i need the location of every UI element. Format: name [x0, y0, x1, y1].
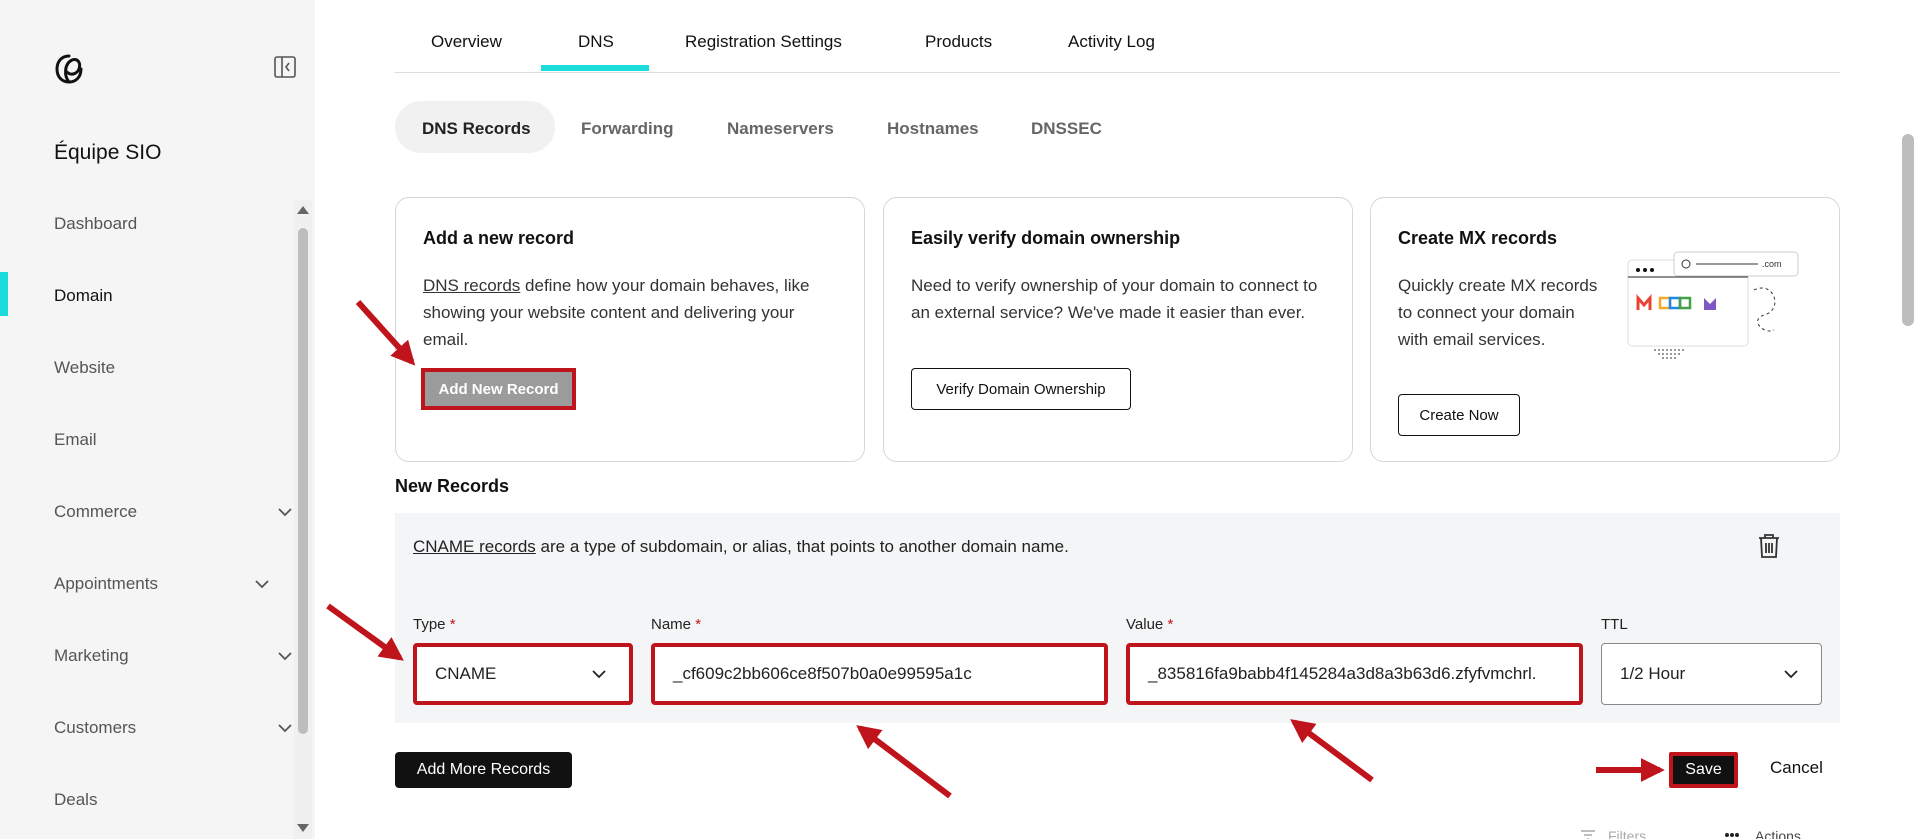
value-input[interactable]: _835816fa9babb4f145284a3d8a3b63d6.zfyfvm… [1126, 643, 1583, 705]
nav-item-customers[interactable]: Customers [54, 718, 136, 738]
subtab-dnssec[interactable]: DNSSEC [1031, 119, 1102, 139]
subtab-hostnames[interactable]: Hostnames [887, 119, 979, 139]
tab-dns[interactable]: DNS [578, 32, 614, 52]
nav-item-domain[interactable]: Domain [54, 286, 113, 306]
save-button[interactable]: Save [1669, 752, 1738, 788]
name-label-text: Name [651, 616, 692, 633]
scroll-up-icon[interactable] [297, 206, 309, 214]
cname-records-link[interactable]: CNAME records [413, 537, 536, 556]
verify-ownership-card: Easily verify domain ownership Need to v… [883, 197, 1353, 462]
card-description: Need to verify ownership of your domain … [911, 276, 1318, 322]
annotation-arrow [856, 725, 952, 799]
add-more-records-button[interactable]: Add More Records [395, 752, 572, 788]
verify-domain-ownership-button[interactable]: Verify Domain Ownership [911, 368, 1131, 410]
ttl-label: TTL [1601, 616, 1628, 633]
new-record-panel: CNAME records are a type of subdomain, o… [395, 513, 1840, 723]
new-records-title: New Records [395, 476, 510, 496]
annotation-arrow [1290, 719, 1374, 783]
name-input[interactable]: _cf609c2bb606ce8f507b0a0e99595a1c [651, 643, 1108, 705]
required-mark: * [1167, 616, 1174, 633]
required-mark: * [449, 616, 456, 633]
chevron-down-icon [1784, 670, 1798, 679]
add-record-card: Add a new record DNS records define how … [395, 197, 865, 462]
main-scroll-thumb[interactable] [1902, 134, 1914, 326]
chevron-down-icon[interactable] [276, 647, 294, 665]
mx-illustration-domain-text: .com [1762, 259, 1782, 269]
tab-registration-settings[interactable]: Registration Settings [685, 32, 842, 52]
subtab-forwarding[interactable]: Forwarding [581, 119, 674, 139]
nav-item-deals[interactable]: Deals [54, 790, 97, 810]
mx-records-card: Create MX records Quickly create MX reco… [1370, 197, 1840, 462]
tab-products[interactable]: Products [925, 32, 992, 52]
mx-email-illustration-icon: .com [1627, 251, 1799, 359]
card-title: Add a new record [423, 228, 575, 248]
cancel-button[interactable]: Cancel [1770, 758, 1823, 778]
type-select-value: CNAME [435, 664, 497, 683]
value-label-text: Value [1126, 616, 1164, 633]
collapse-sidebar-icon[interactable] [274, 56, 296, 78]
annotation-arrow [326, 603, 404, 661]
nav-item-dashboard[interactable]: Dashboard [54, 214, 137, 234]
nav-item-appointments[interactable]: Appointments [54, 574, 158, 594]
card-title: Create MX records [1398, 228, 1558, 248]
sidebar-scroll-thumb[interactable] [298, 228, 308, 734]
value-label: Value * [1126, 616, 1173, 633]
nav-active-indicator [0, 272, 8, 316]
card-description: Quickly create MX records to connect you… [1398, 276, 1598, 349]
godaddy-logo-icon[interactable] [52, 52, 86, 86]
subtab-nameservers[interactable]: Nameservers [727, 119, 834, 139]
chevron-down-icon[interactable] [276, 503, 294, 521]
org-name: Équipe SIO [54, 141, 162, 164]
domain-tabs: Overview DNS Registration Settings Produ… [395, 0, 1840, 73]
create-now-button[interactable]: Create Now [1398, 394, 1520, 436]
filter-icon[interactable] [1580, 830, 1596, 839]
dns-records-link[interactable]: DNS records [423, 276, 520, 295]
name-label: Name * [651, 616, 701, 633]
name-input-value: _cf609c2bb606ce8f507b0a0e99595a1c [673, 664, 972, 683]
value-input-value: _835816fa9babb4f145284a3d8a3b63d6.zfyfvm… [1148, 664, 1537, 683]
scroll-down-icon[interactable] [297, 824, 309, 832]
actions-button[interactable]: Actions [1755, 828, 1801, 839]
type-label-text: Type [413, 616, 446, 633]
nav-item-commerce[interactable]: Commerce [54, 502, 137, 522]
subtab-dns-records[interactable]: DNS Records [422, 119, 531, 139]
chevron-down-icon [592, 670, 606, 679]
record-description-text: are a type of subdomain, or alias, that … [535, 537, 1069, 556]
filters-button[interactable]: Filters [1608, 828, 1646, 839]
active-tab-indicator [541, 65, 649, 71]
nav-item-marketing[interactable]: Marketing [54, 646, 129, 666]
more-icon[interactable] [1724, 832, 1740, 838]
add-new-record-button[interactable]: Add New Record [421, 368, 576, 410]
nav-item-website[interactable]: Website [54, 358, 115, 378]
card-description: DNS records define how your domain behav… [423, 272, 843, 353]
sidebar: Équipe SIO Dashboard Domain Website Emai… [0, 0, 315, 839]
dns-management-page: Équipe SIO Dashboard Domain Website Emai… [0, 0, 1920, 839]
tab-overview[interactable]: Overview [431, 32, 502, 52]
ttl-select[interactable]: 1/2 Hour [1601, 643, 1822, 705]
type-select[interactable]: CNAME [413, 643, 633, 705]
trash-icon[interactable] [1757, 533, 1781, 559]
ttl-select-value: 1/2 Hour [1620, 664, 1686, 683]
chevron-down-icon[interactable] [276, 719, 294, 737]
card-title: Easily verify domain ownership [911, 228, 1181, 248]
record-description: CNAME records are a type of subdomain, o… [413, 537, 1069, 557]
nav-item-email[interactable]: Email [54, 430, 97, 450]
chevron-down-icon[interactable] [253, 575, 271, 593]
type-label: Type * [413, 616, 456, 633]
required-mark: * [695, 616, 702, 633]
tab-activity-log[interactable]: Activity Log [1068, 32, 1155, 52]
